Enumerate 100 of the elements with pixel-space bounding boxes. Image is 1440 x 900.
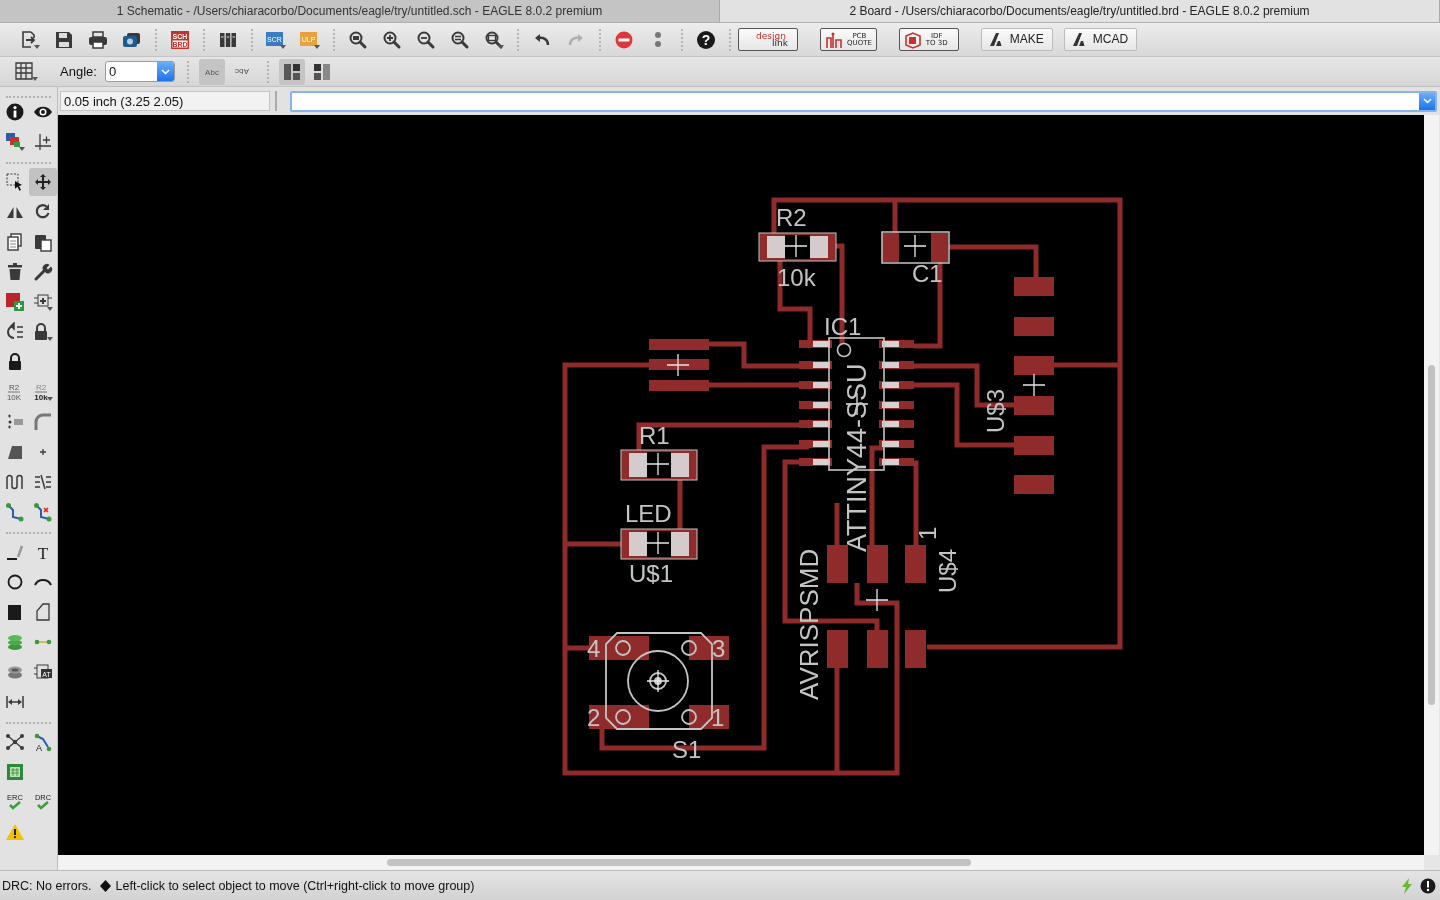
zoom-redraw-icon[interactable] [450,29,470,50]
pin-marking [882,402,899,408]
pin-marking [813,341,830,347]
part-name-label: U$4 [934,548,961,593]
print-icon[interactable] [88,29,108,50]
window-tab[interactable]: 2 Board - /Users/chiaracorbo/Documents/eagle/try/untitled.brd - EAGLE 8.0.2 premium [720,0,1440,22]
zoom-select-icon[interactable] [484,29,504,50]
origin-cross [903,234,927,258]
add-part-icon[interactable] [5,292,25,312]
replace-icon[interactable] [33,292,53,312]
pin-number-label: 3 [712,635,726,662]
alert-icon[interactable] [1420,877,1436,894]
smd-pad [867,545,888,583]
smd-pad [649,339,709,350]
origin-cross [1022,373,1046,397]
drc-status: DRC: No errors. [2,878,92,893]
layers-icon[interactable] [5,132,25,152]
import-icon[interactable] [20,29,40,50]
smd-pad [905,545,926,583]
help-icon[interactable]: ? [696,29,716,50]
smd-pad [1014,277,1054,296]
wrench-icon[interactable] [33,262,53,282]
zoom-in-icon[interactable] [382,29,402,50]
pin-marking [813,402,830,408]
origin-mark-icon[interactable] [33,132,53,152]
smd-pad [1014,436,1054,455]
smd-pad [867,630,888,668]
info-icon[interactable] [5,102,25,122]
pin-marking [813,382,830,388]
smd-pad [1014,475,1054,494]
origin-cross [784,234,808,258]
cube-icon [903,30,922,49]
part-name-label: U$3 [982,388,1009,433]
window-tab[interactable]: 1 Schematic - /Users/chiaracorbo/Documents/eagle/try/untitled.sch - EAGLE 8.0.2 premium [0,0,720,22]
text-tool-icon[interactable]: T [33,542,53,562]
polygon-icon[interactable] [33,602,53,622]
logo-icon [1072,33,1087,46]
meander-icon[interactable] [5,472,25,492]
circuit-icon [825,30,843,49]
pin-marking [882,441,899,447]
circle-icon[interactable] [5,572,25,592]
pin-marking [882,362,899,368]
smd-pad [905,630,926,668]
smd-pad [931,233,948,262]
smd-pad [1014,396,1054,415]
layout-icon[interactable] [312,62,331,81]
pin-number-label: 1 [914,526,941,540]
zoom-fit-icon[interactable] [348,29,368,50]
design-link-button[interactable]: design link [738,28,798,51]
smd-pad [827,545,848,583]
optimize-icon[interactable] [33,472,53,492]
pin-number-label: 1 [711,704,725,731]
trash-icon[interactable] [5,262,25,282]
pin-marking [882,459,899,465]
board-icon[interactable] [5,762,25,782]
pin-number-label: 4 [587,635,601,662]
smd-pad [1014,317,1054,336]
ratsnest-icon[interactable] [5,732,25,752]
grid-icon[interactable] [14,60,38,83]
pin-marking [813,459,830,465]
smd-pad [649,380,709,391]
paste-icon[interactable] [33,232,53,252]
copy-icon[interactable] [5,232,25,252]
pin-marking [813,362,830,368]
text-style-icon[interactable]: Abc [231,61,252,82]
fusion-button[interactable]: MCAD [1063,28,1138,51]
logo-icon [989,33,1004,46]
part-value-label: AVRISPSMD [794,548,824,700]
scrollbar-thumb[interactable] [387,859,971,866]
warning-icon[interactable] [5,822,25,842]
lock-icon[interactable] [33,322,53,342]
status-hint: Left-click to select object to move (Ctrl+right-click to move group) [115,878,475,893]
chevron-down-icon[interactable] [1422,98,1432,104]
pin-marking [882,421,899,427]
origin-cross [646,669,670,693]
route-icon[interactable] [5,502,25,522]
command-field[interactable] [290,90,1437,112]
part-value-label: ATTINY44-SSU [842,363,872,552]
miter-icon[interactable] [33,412,53,432]
stop-icon[interactable] [614,29,634,50]
scrollbar-thumb[interactable] [1428,365,1435,705]
diamond-icon [99,879,111,892]
smd-pad [689,636,729,660]
ripup-icon[interactable] [33,502,53,522]
part-name-label: R2 [776,204,807,231]
pin-marking [882,382,899,388]
fusion-button[interactable]: MAKE [980,28,1053,51]
pin-marking [813,441,830,447]
pin-marking [882,341,899,347]
swap-icon[interactable] [5,322,25,342]
smash-icon[interactable] [5,412,25,432]
via-icon[interactable] [5,632,25,652]
origin-cross [646,531,670,555]
part-value-label: LED [625,500,672,527]
angle-select[interactable]: 0 [104,61,175,82]
save-icon[interactable] [54,29,74,50]
origin-cross [865,588,889,612]
zoom-out-icon[interactable] [416,29,436,50]
origin-cross [646,452,670,476]
origin-cross [666,353,690,377]
